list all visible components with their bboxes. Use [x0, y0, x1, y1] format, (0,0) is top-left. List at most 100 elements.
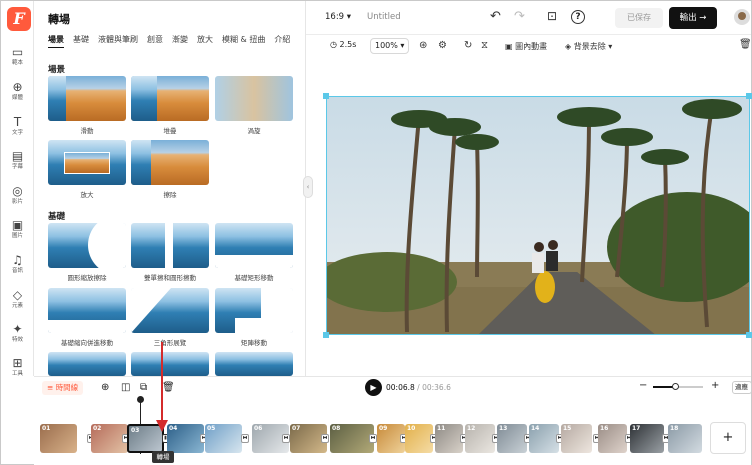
timeline-clip[interactable]: 13	[497, 424, 527, 453]
timeline-clip[interactable]: 10	[405, 424, 433, 453]
project-title[interactable]: Untitled	[367, 12, 401, 22]
rail-video[interactable]: ◎ 影片	[1, 184, 34, 206]
panel-title: 轉場	[48, 13, 70, 26]
transition-marker[interactable]: ⧓	[369, 434, 377, 443]
timeline-clip[interactable]: 16	[598, 424, 627, 453]
resize-handle[interactable]	[746, 332, 752, 338]
transition-marker[interactable]: ⧓	[321, 434, 329, 443]
timeline-clip[interactable]: 11	[435, 424, 463, 453]
transition-tabs: 場景 基礎 液體與筆刷 創意 漸變 放大 模糊 & 扭曲 介紹	[48, 34, 305, 48]
zoom-select[interactable]: 100% ▾	[370, 38, 410, 54]
transition-rect-move-thumb[interactable]	[215, 223, 293, 268]
app-logo[interactable]: F	[7, 7, 31, 31]
tab-liquid-brush[interactable]: 液體與筆刷	[98, 34, 138, 45]
animation-label: 圖內動畫	[515, 42, 548, 51]
resize-handle[interactable]	[323, 332, 329, 338]
transition-marker[interactable]: ⧓	[241, 434, 249, 443]
undo-icon[interactable]: ↶	[490, 9, 501, 24]
rail-tools[interactable]: ⊞ 工具	[1, 356, 34, 378]
collapse-panel-handle[interactable]: ‹	[303, 176, 313, 198]
zoom-in-button[interactable]: +	[711, 380, 719, 391]
bg-remove-button[interactable]: ◈ 背景去除 ▾	[565, 41, 612, 52]
rail-media[interactable]: ⊕ 媒體	[1, 80, 34, 102]
template-icon: ▭	[11, 45, 24, 59]
aspect-ratio-value: 16:9	[325, 12, 345, 22]
tab-basic[interactable]: 基礎	[73, 34, 89, 45]
split-icon[interactable]: ◫	[121, 382, 130, 393]
transition-thumb-partial[interactable]	[48, 352, 126, 376]
rail-templates[interactable]: ▭ 範本	[1, 45, 34, 67]
zoom-out-button[interactable]: −	[639, 380, 647, 391]
transition-thumb-partial[interactable]	[215, 352, 293, 376]
duplicate-icon[interactable]: ⧉	[140, 382, 147, 393]
timeline-clip[interactable]: 14	[529, 424, 559, 453]
resize-handle[interactable]	[323, 93, 329, 99]
slider-thumb[interactable]	[672, 383, 679, 390]
timeline-clip[interactable]: 18	[668, 424, 702, 453]
transition-wipe-thumb[interactable]	[131, 140, 209, 185]
rotate-icon[interactable]: ↻	[464, 40, 472, 51]
tab-blur-distort[interactable]: 模糊 & 扭曲	[222, 34, 265, 45]
rail-label: 影片	[11, 199, 23, 205]
export-button[interactable]: 輸出 →	[669, 7, 717, 29]
rail-audio[interactable]: ♫ 音訊	[1, 253, 34, 275]
resize-handle[interactable]	[746, 93, 752, 99]
animation-button[interactable]: ▣ 圖內動畫	[505, 41, 547, 52]
chevron-down-icon: ▾	[400, 41, 405, 50]
fit-button[interactable]: 適應	[732, 381, 752, 394]
filter-icon[interactable]: ⊛	[419, 40, 427, 51]
saved-button[interactable]: 已保存	[615, 8, 663, 28]
tab-creative[interactable]: 創意	[147, 34, 163, 45]
transition-matrix-thumb[interactable]	[215, 288, 293, 333]
preview-canvas[interactable]	[326, 96, 750, 335]
transition-label: 基礎縮向併進移動	[61, 339, 113, 347]
transition-double-circle-thumb[interactable]	[131, 223, 209, 268]
timeline-clip[interactable]: 15	[561, 424, 592, 453]
clip-number: 13	[499, 425, 508, 432]
redo-icon[interactable]: ↷	[514, 9, 525, 24]
transition-swirl-thumb[interactable]	[215, 76, 293, 121]
timeline-toggle[interactable]: ≡ 時間線	[42, 381, 84, 395]
rail-images[interactable]: ▣ 圖片	[1, 218, 34, 240]
thumb-overlay	[64, 152, 110, 174]
rail-subtitles[interactable]: ▤ 字幕	[1, 149, 34, 171]
transition-slide-thumb[interactable]	[48, 76, 126, 121]
adjust-icon[interactable]: ⚙	[438, 40, 447, 51]
rail-elements[interactable]: ◇ 元素	[1, 288, 34, 310]
rail-label: 範本	[11, 60, 23, 66]
aspect-ratio-select[interactable]: 16:9 ▾	[325, 12, 351, 22]
left-rail: F ▭ 範本 ⊕ 媒體 T 文字 ▤ 字幕 ◎ 影片 ▣ 圖片 ♫ 音訊 ◇ 元素 ✦ 特效 ⊞ 工…	[1, 1, 34, 378]
tab-scene[interactable]: 場景	[48, 34, 64, 48]
transition-zoom-thumb[interactable]	[48, 140, 126, 185]
timeline-clip[interactable]: 12	[465, 424, 495, 453]
tab-zoom[interactable]: 放大	[197, 34, 213, 45]
transition-stack-thumb[interactable]	[131, 76, 209, 121]
timeline-clip[interactable]: 17	[630, 424, 664, 453]
timeline-clip[interactable]: 08	[330, 424, 374, 453]
transition-triangle-thumb[interactable]	[131, 288, 209, 333]
transition-circle-wipe-thumb[interactable]	[48, 223, 126, 268]
add-clip-button[interactable]: +	[710, 422, 746, 454]
transition-marker[interactable]: ⧓	[282, 434, 290, 443]
edit-toolbar: ◷ 2.5s 100% ▾ ⊛ ⚙ ↻ ⧖ ▣ 圖內動畫 ◈ 背景去除 ▾ 🗑	[306, 35, 752, 57]
subtitle-icon: ▤	[11, 149, 24, 163]
duration-control[interactable]: ◷ 2.5s	[326, 38, 360, 54]
play-button[interactable]: ▶	[365, 379, 382, 396]
delete-icon[interactable]: 🗑	[739, 39, 752, 50]
timeline-clip[interactable]: 01	[40, 424, 77, 453]
rail-effects[interactable]: ✦ 特效	[1, 322, 34, 344]
timeline-zoom-slider[interactable]	[653, 383, 703, 390]
thumb-overlay	[131, 140, 151, 185]
transition-parallel-move-thumb[interactable]	[48, 288, 126, 333]
playhead-knob[interactable]	[137, 396, 144, 403]
add-clip-icon[interactable]: ⊕	[101, 382, 109, 393]
screenshot-icon[interactable]: ⊡	[547, 9, 557, 23]
palm-road-image	[327, 97, 749, 334]
tab-gradient[interactable]: 漸變	[172, 34, 188, 45]
rail-text[interactable]: T 文字	[1, 115, 34, 137]
timeline-clip[interactable]: 05	[205, 424, 242, 453]
tab-intro[interactable]: 介紹	[274, 34, 290, 45]
avatar[interactable]	[734, 9, 750, 25]
flip-icon[interactable]: ⧖	[481, 40, 488, 51]
help-icon[interactable]: ?	[571, 10, 585, 24]
